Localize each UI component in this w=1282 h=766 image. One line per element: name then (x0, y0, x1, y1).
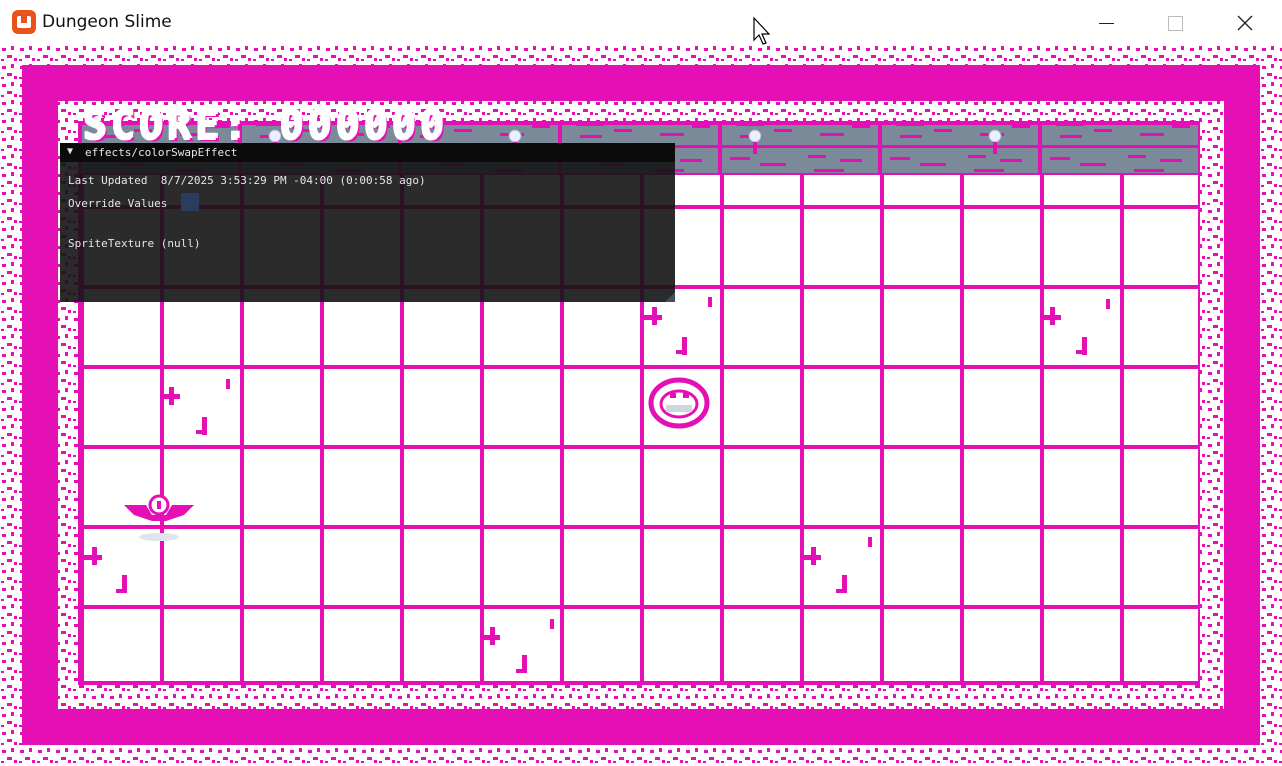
mouse-cursor-icon (753, 16, 771, 45)
sprite-texture-label: SpriteTexture (68, 237, 155, 250)
last-updated-row: Last Updated 8/7/2025 3:53:29 PM -04:00 … (68, 174, 426, 187)
title-bar[interactable]: Dungeon Slime (0, 0, 1282, 45)
maximize-icon (1168, 16, 1183, 31)
sprite-texture-row: SpriteTexture (null) (68, 237, 200, 250)
sprite-texture-value: (null) (160, 237, 201, 250)
panel-title: effects/colorSwapEffect (85, 146, 238, 159)
slime-player (648, 377, 710, 429)
panel-header[interactable]: ▼ effects/colorSwapEffect (60, 143, 675, 162)
override-values-checkbox[interactable] (181, 193, 199, 211)
effect-debug-panel[interactable]: ▼ effects/colorSwapEffect Last Updated 8… (60, 143, 675, 302)
close-icon (1237, 15, 1253, 31)
minimize-icon (1099, 23, 1114, 24)
minimize-button[interactable] (1083, 4, 1129, 42)
last-updated-value: 8/7/2025 3:53:29 PM -04:00 (0:00:58 ago) (160, 174, 426, 187)
override-values-label: Override Values (68, 197, 168, 210)
monogame-icon (12, 10, 36, 34)
last-updated-label: Last Updated (68, 174, 148, 187)
resize-grip-icon[interactable] (665, 292, 675, 302)
close-button[interactable] (1222, 4, 1268, 42)
collapse-triangle-icon[interactable]: ▼ (67, 146, 73, 157)
maximize-button[interactable] (1152, 4, 1198, 42)
score-display: SCORE: 000000 (82, 102, 448, 148)
window-title: Dungeon Slime (42, 12, 172, 32)
